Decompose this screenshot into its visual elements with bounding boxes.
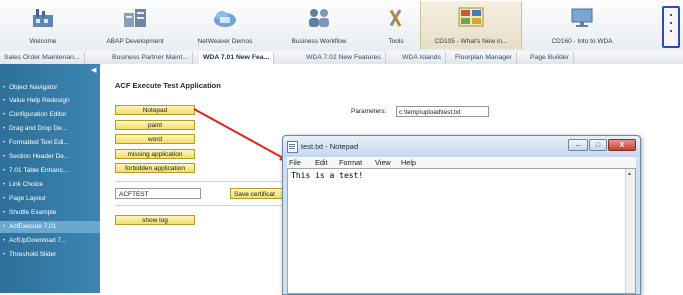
- nav-item-label: Configuration Editor: [9, 111, 67, 118]
- tools-icon: [389, 9, 402, 27]
- notepad-icon: [287, 141, 298, 153]
- scroll-up-icon[interactable]: ▲: [627, 171, 632, 177]
- launch-tile-cd105[interactable]: CD105 - What's New in...: [420, 1, 522, 49]
- nav-item[interactable]: • Configuration Editor: [0, 109, 100, 121]
- launchpad-scroll-control[interactable]: [662, 6, 680, 48]
- save-certificate-button[interactable]: Save certificat: [230, 188, 288, 199]
- certificate-input[interactable]: ACFTEST: [115, 188, 201, 199]
- window-titlebar[interactable]: test.txt - Notepad – □ X: [283, 136, 640, 157]
- maximize-button[interactable]: □: [589, 139, 607, 151]
- menu-bar: File Edit Format View Help: [287, 157, 636, 168]
- launchpad-bar: Welcome ABAP Development NetWeaver Demos…: [0, 0, 683, 52]
- nav-item-label: Shuttle Example: [9, 209, 57, 216]
- nav-item-label: Formatted Text Edi...: [9, 139, 69, 146]
- nav-item[interactable]: • AcfUpDownload 7...: [0, 235, 100, 247]
- nav-item-label: AcfExecute 7.01: [9, 223, 57, 230]
- window-title: test.txt - Notepad: [301, 142, 359, 151]
- launch-tile-label: ABAP Development: [106, 38, 164, 45]
- dot-icon: [670, 30, 672, 32]
- menu-edit[interactable]: Edit: [315, 158, 328, 167]
- launch-tile-tools[interactable]: Tools: [364, 1, 428, 49]
- launch-tile-label: CD160 - Into to WDA: [551, 38, 613, 45]
- nav-item-label: Link Choice: [9, 181, 43, 188]
- tab-wda-701[interactable]: WDA 7.01 New Fea...: [199, 52, 275, 64]
- nav-item[interactable]: • Value Help Redesign: [0, 95, 100, 107]
- notepad-window[interactable]: test.txt - Notepad – □ X File Edit Forma…: [282, 135, 641, 295]
- monitor-icon: [571, 8, 593, 27]
- nav-item-label: Object Navigator: [9, 84, 58, 91]
- buildings-icon: [124, 9, 146, 27]
- nav-item[interactable]: • Formatted Text Edi...: [0, 137, 100, 149]
- nav-item[interactable]: • Threshold Slider: [0, 249, 100, 261]
- nav-item-label: 7.01 Table Enhanc...: [9, 167, 69, 174]
- nav-item-label: Page Layout: [9, 195, 46, 202]
- nav-item[interactable]: • Page Layout: [0, 193, 100, 205]
- divider: [115, 181, 290, 182]
- tab-wda-islands[interactable]: WDA Islands: [398, 52, 446, 64]
- screen-collage-icon: [458, 7, 484, 27]
- launch-tile-welcome[interactable]: Welcome: [0, 1, 86, 49]
- launch-tile-netweaver[interactable]: NetWeaver Demos: [184, 1, 266, 49]
- work-tab-row: Sales Order Maintenan... Business Partne…: [0, 51, 683, 65]
- launch-tile-label: Tools: [388, 38, 404, 45]
- word-button[interactable]: word: [115, 134, 195, 144]
- launch-tile-label: CD105 - What's New in...: [434, 38, 508, 45]
- tab-sales-order[interactable]: Sales Order Maintenan...: [0, 52, 85, 64]
- menu-help[interactable]: Help: [401, 158, 416, 167]
- launch-tile-workflow[interactable]: Business Workflow: [276, 1, 362, 49]
- launch-tile-cd160[interactable]: CD160 - Into to WDA: [526, 1, 638, 49]
- launch-tile-label: Business Workflow: [291, 38, 347, 45]
- editor-text: This is a test!: [291, 171, 364, 180]
- menu-file[interactable]: File: [289, 158, 301, 167]
- nav-item-selected[interactable]: • AcfExecute 7.01: [0, 221, 100, 233]
- parameters-label: Parameters:: [351, 108, 387, 115]
- nav-item-label: Drag and Drop De...: [9, 125, 68, 132]
- close-button[interactable]: X: [608, 139, 636, 151]
- minimize-button[interactable]: –: [568, 139, 588, 151]
- nav-item[interactable]: • Link Choice: [0, 179, 100, 191]
- collapse-left-icon[interactable]: ◀: [91, 66, 96, 74]
- nav-item[interactable]: • Drag and Drop De...: [0, 123, 100, 135]
- vertical-scrollbar[interactable]: ▲: [625, 169, 635, 293]
- launch-tile-label: Welcome: [29, 38, 57, 45]
- people-icon: [309, 9, 329, 27]
- tab-business-partner[interactable]: Business Partner Maint...: [108, 52, 193, 64]
- cloud-icon: [214, 11, 236, 27]
- nav-item[interactable]: • Section Header De...: [0, 151, 100, 163]
- forbidden-application-button[interactable]: forbidden application: [115, 163, 195, 173]
- page-title: ACF Execute Test Application: [115, 81, 221, 90]
- menu-format[interactable]: Format: [339, 158, 362, 167]
- dot-icon: [670, 14, 672, 16]
- tab-wda-702[interactable]: WDA 7.02 New Features: [302, 52, 386, 64]
- nav-item-label: Value Help Redesign: [9, 97, 70, 104]
- paint-button[interactable]: paint: [115, 120, 195, 130]
- nav-item-label: AcfUpDownload 7...: [9, 237, 67, 244]
- tab-page-builder[interactable]: Page Builder: [526, 52, 574, 64]
- nav-item[interactable]: • Object Navigator: [0, 82, 100, 94]
- nav-item[interactable]: • Shuttle Example: [0, 207, 100, 219]
- show-log-button[interactable]: show log: [115, 215, 195, 225]
- tab-floorplan-manager[interactable]: Floorplan Manager: [451, 52, 518, 64]
- launch-tile-abap[interactable]: ABAP Development: [94, 1, 176, 49]
- missing-application-button[interactable]: missing application: [115, 149, 195, 159]
- notepad-button[interactable]: Notepad: [115, 105, 195, 115]
- left-navigation: ◀ • Object Navigator • Value Help Redesign…: [0, 64, 100, 293]
- divider: [115, 205, 290, 206]
- menu-view[interactable]: View: [375, 158, 391, 167]
- nav-item[interactable]: • 7.01 Table Enhanc...: [0, 165, 100, 177]
- launch-tile-label: NetWeaver Demos: [197, 38, 253, 45]
- nav-item-label: Threshold Slider: [9, 251, 57, 258]
- parameters-input[interactable]: c:\temp\upload\test.txt: [396, 106, 489, 117]
- nav-item-label: Section Header De...: [9, 153, 70, 160]
- factory-icon: [33, 9, 53, 27]
- text-editor[interactable]: This is a test! ▲: [287, 168, 636, 294]
- dot-icon: [670, 22, 672, 24]
